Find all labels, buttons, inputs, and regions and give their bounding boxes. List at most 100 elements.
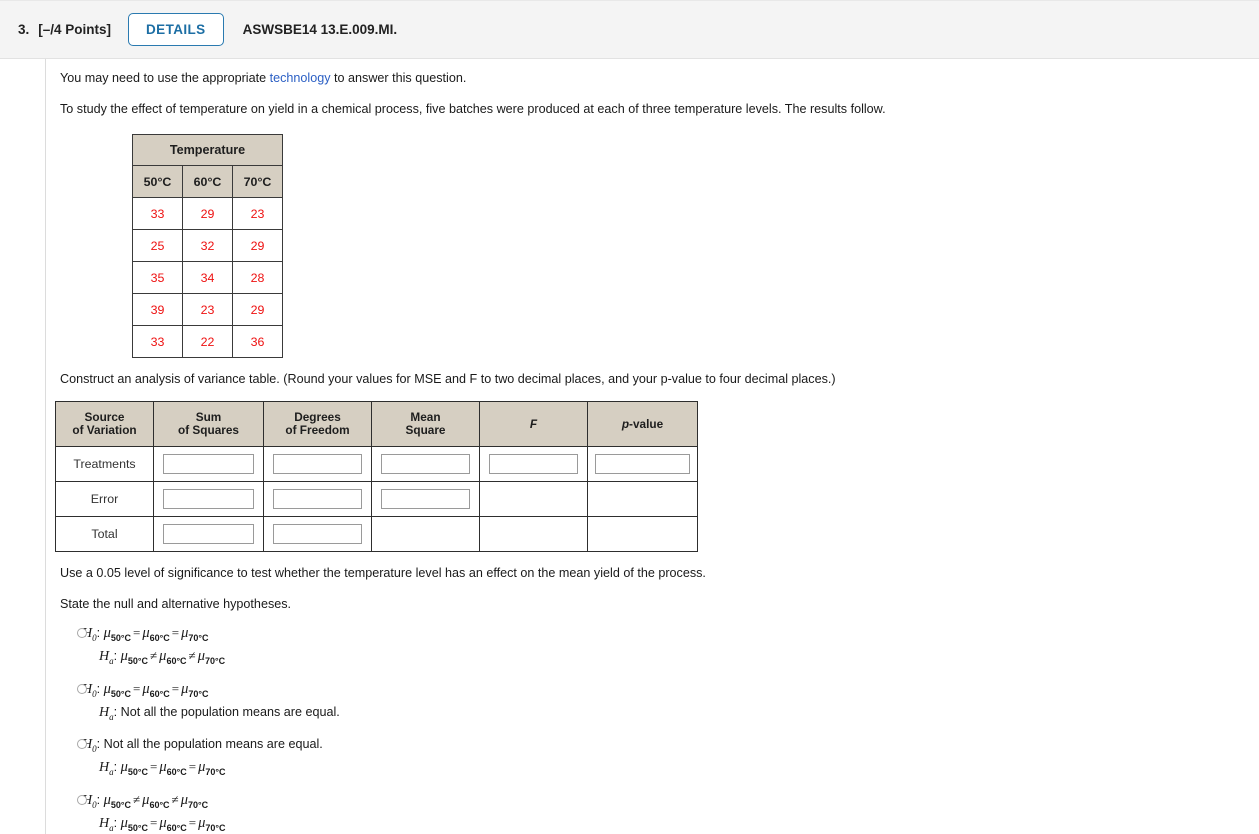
data-cell: 33 (132, 197, 183, 230)
op-3a: = (150, 759, 158, 775)
choice-option-2[interactable]: H0: μ50°C = μ60°C = μ70°C Ha: Not all the po… (60, 680, 1250, 726)
radio-button-option-1[interactable] (77, 628, 87, 638)
input-total-degrees-of-freedom[interactable] (272, 524, 363, 544)
anova-instructions: Construct an analysis of variance table.… (60, 372, 836, 386)
question-header-bar: 3. [–/4 Points] DETAILS ASWSBE14 13.E.00… (0, 0, 1259, 59)
data-cell: 23 (182, 293, 233, 326)
anova-cell-total-ss (153, 516, 264, 552)
op-1b: = (171, 625, 180, 640)
anova-cell-treatments-df (263, 446, 372, 482)
input-treatments-mean-square[interactable] (380, 454, 471, 474)
choice-option-3[interactable]: H0: Not all the population means are equ… (60, 735, 1250, 781)
mu-label: 60°C (166, 767, 187, 778)
table-row: 39 23 29 (132, 293, 283, 326)
op-2b: = (171, 680, 180, 696)
anova-cell-error-p (587, 481, 698, 517)
anova-table: Source of Variation Sum of Squares Degre… (55, 401, 698, 552)
input-error-mean-square[interactable] (380, 489, 471, 509)
hypothesis-choice-list: H0: μ50°C = μ60°C = μ70°C Ha: μ50°C ≠ μ60°C ≠ μ7… (60, 624, 1250, 834)
details-button[interactable]: DETAILS (128, 12, 224, 47)
choice-option-1[interactable]: H0: μ50°C = μ60°C = μ70°C Ha: μ50°C ≠ μ60°C ≠ μ7… (60, 624, 1250, 670)
mu-label: 70°C (205, 822, 226, 833)
mu-label: 60°C (149, 688, 170, 699)
anova-header-ms-line1: Mean (410, 410, 441, 424)
op-4c: = (150, 815, 158, 831)
mu-label: 60°C (166, 822, 187, 833)
data-cell: 29 (182, 197, 233, 230)
mu-label: 60°C (149, 632, 170, 643)
anova-cell-total-f (479, 516, 588, 552)
anova-cell-error-ss (153, 481, 264, 517)
input-treatments-degrees-of-freedom[interactable] (272, 454, 363, 474)
op-1a: = (133, 625, 141, 640)
choice-3-h0-text: Not all the population means are equal. (103, 737, 323, 752)
op-4d: = (188, 815, 197, 831)
data-cell: 33 (132, 325, 183, 358)
data-cell: 39 (132, 293, 183, 326)
anova-header-row: Source of Variation Sum of Squares Degre… (55, 401, 698, 447)
choice-2-h0: H0: μ50°C = μ60°C = μ70°C (82, 680, 209, 699)
op-4b: ≠ (171, 792, 179, 808)
choice-3-ha: Ha: μ50°C = μ60°C = μ70°C (99, 759, 226, 778)
mu-label: 50°C (110, 632, 132, 643)
mu-label: 60°C (166, 655, 187, 666)
anova-cell-error-ms (371, 481, 480, 517)
technology-note-suffix: to answer this question. (330, 71, 467, 85)
data-column-header-60c: 60°C (182, 165, 233, 198)
anova-header-source-line2: of Variation (72, 423, 137, 437)
input-error-sum-of-squares[interactable] (162, 489, 255, 509)
op-4a: ≠ (133, 792, 141, 808)
mu-label: 60°C (149, 800, 170, 811)
question-number: 3. (18, 22, 30, 37)
input-treatments-f[interactable] (488, 454, 579, 474)
anova-header-degrees-of-freedom: Degrees of Freedom (263, 401, 372, 447)
choice-2-ha: Ha: Not all the population means are equ… (99, 704, 340, 722)
state-hypotheses-instruction: State the null and alternative hypothese… (60, 597, 292, 611)
choice-option-4[interactable]: H0: μ50°C ≠ μ60°C ≠ μ70°C Ha: μ50°C = μ60°C = μ7… (60, 791, 1250, 834)
anova-header-df-line1: Degrees (294, 410, 341, 424)
question-page: 3. [–/4 Points] DETAILS ASWSBE14 13.E.00… (0, 0, 1259, 834)
radio-button-option-2[interactable] (77, 683, 87, 694)
anova-row-label-error: Error (55, 481, 154, 517)
data-table-column-header-row: 50°C 60°C 70°C (132, 165, 283, 198)
technology-link[interactable]: technology (270, 71, 331, 85)
anova-header-ss-line2: of Squares (178, 423, 239, 437)
choice-1-h0: H0: μ50°C = μ60°C = μ70°C (82, 625, 209, 643)
op-1d: ≠ (188, 647, 196, 663)
anova-row-label-treatments: Treatments (55, 446, 154, 482)
data-cell: 25 (132, 229, 183, 262)
technology-note-prefix: You may need to use the appropriate (60, 71, 270, 85)
mu-label: 70°C (204, 655, 226, 666)
data-cell: 29 (232, 229, 283, 262)
table-row: 33 22 36 (132, 325, 283, 358)
question-code: ASWSBE14 13.E.009.MI. (242, 22, 398, 37)
mu-label: 50°C (127, 655, 149, 666)
choice-1-ha: Ha: μ50°C ≠ μ60°C ≠ μ70°C (99, 647, 226, 666)
table-row: Treatments (55, 446, 698, 482)
anova-cell-treatments-f (479, 446, 588, 482)
left-rail-divider (45, 59, 46, 834)
table-row: 35 34 28 (132, 261, 283, 294)
mu-label: 50°C (127, 767, 149, 778)
mu-label: 70°C (188, 632, 209, 643)
anova-cell-treatments-ss (153, 446, 264, 482)
problem-statement: To study the effect of temperature on yi… (60, 102, 886, 116)
choice-2-ha-text: Not all the population means are equal. (120, 704, 340, 719)
input-total-sum-of-squares[interactable] (162, 524, 255, 544)
data-column-header-50c: 50°C (132, 165, 183, 198)
input-error-degrees-of-freedom[interactable] (272, 489, 363, 509)
choice-4-ha: Ha: μ50°C = μ60°C = μ70°C (99, 815, 226, 833)
data-column-header-70c: 70°C (232, 165, 283, 198)
anova-header-ms-line2: Square (405, 423, 446, 437)
anova-cell-treatments-ms (371, 446, 480, 482)
question-content: You may need to use the appropriate tech… (55, 59, 1250, 834)
input-treatments-p-value[interactable] (594, 454, 691, 474)
mu-label: 50°C (110, 800, 132, 811)
data-cell: 23 (232, 197, 283, 230)
input-treatments-sum-of-squares[interactable] (162, 454, 255, 474)
table-row: Error (55, 481, 698, 517)
anova-header-source-line1: Source (84, 410, 125, 424)
mu-label: 50°C (127, 822, 149, 833)
choice-3-h0: H0: Not all the population means are equ… (82, 737, 323, 755)
data-cell: 28 (232, 261, 283, 294)
